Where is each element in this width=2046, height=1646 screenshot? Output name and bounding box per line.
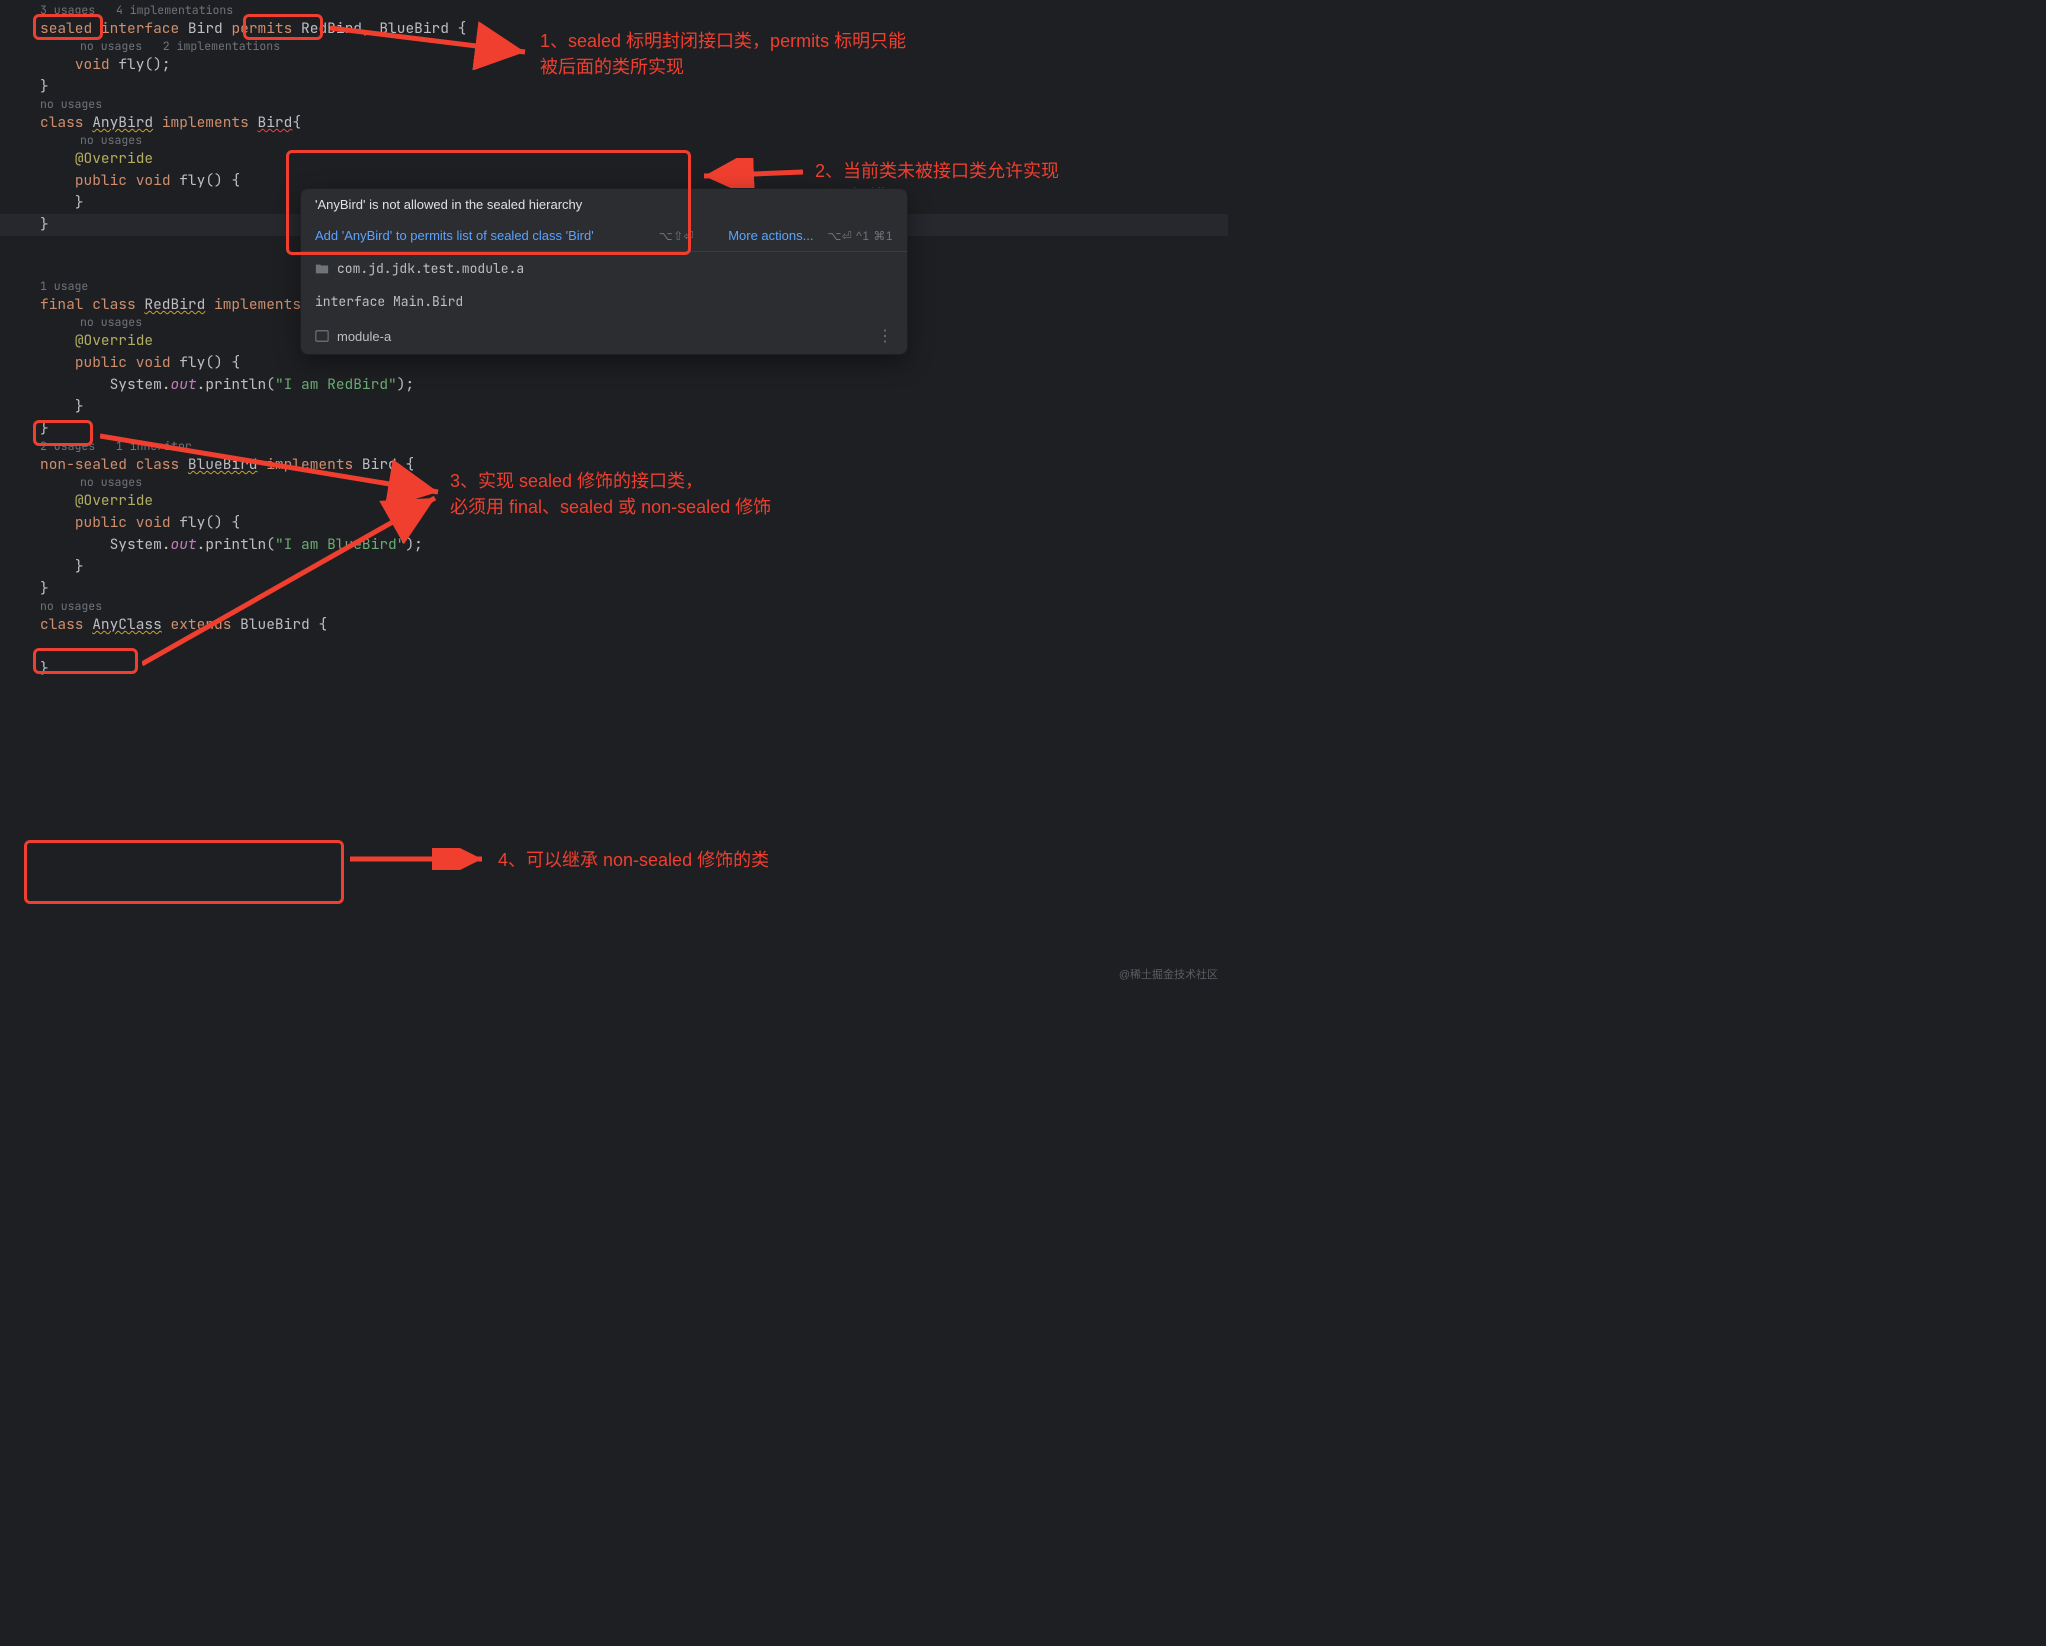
code-line[interactable]: } xyxy=(0,658,1228,680)
annotation-override: @Override xyxy=(75,331,153,350)
method-name: fly xyxy=(118,55,144,74)
brace: } xyxy=(40,215,49,234)
code-text: System. xyxy=(110,535,171,554)
code-line[interactable]: System.out.println("I am BlueBird"); xyxy=(0,534,1228,556)
keyword-final: final xyxy=(40,295,84,314)
annotation-4: 4、可以继承 non-sealed 修饰的类 xyxy=(498,847,769,873)
code-text: () { xyxy=(205,353,240,372)
annotation-override: @Override xyxy=(75,491,153,510)
brace: } xyxy=(75,193,84,212)
type-name: BlueBird xyxy=(240,615,310,634)
annotation-override: @Override xyxy=(75,149,153,168)
module-icon xyxy=(315,329,329,343)
keyword-sealed: sealed xyxy=(40,19,92,38)
keyword-interface: interface xyxy=(101,19,179,38)
quickfix-link[interactable]: Add 'AnyBird' to permits list of sealed … xyxy=(315,228,594,243)
keyword-class: class xyxy=(92,295,136,314)
annotation-3: 3、实现 sealed 修饰的接口类， 必须用 final、sealed 或 n… xyxy=(450,468,771,520)
brace: } xyxy=(40,77,49,96)
usage-hint: 2 usages 1 inheritor xyxy=(0,440,1228,454)
code-line[interactable]: } xyxy=(0,396,1228,418)
keyword-public: public xyxy=(75,513,127,532)
keyword-extends: extends xyxy=(171,615,232,634)
error-type: Bird xyxy=(258,113,293,132)
keyword-implements: implements xyxy=(214,295,301,314)
code-text: () { xyxy=(205,513,240,532)
keyword-class: class xyxy=(40,615,84,634)
method-name: fly xyxy=(179,171,205,190)
more-actions-link[interactable]: More actions... xyxy=(728,228,813,243)
keyword-class: class xyxy=(40,113,84,132)
code-text: (); xyxy=(144,55,170,74)
shortcut-hint: ⌥⏎ ^1 ⌘1 xyxy=(827,229,893,243)
brace: { xyxy=(292,113,301,132)
usage-hint: no usages xyxy=(0,600,1228,614)
highlight-box-anyclass xyxy=(24,840,344,904)
keyword-void: void xyxy=(136,513,171,532)
code-text: System. xyxy=(110,375,171,394)
package-row[interactable]: com.jd.jdk.test.module.a xyxy=(301,252,907,285)
annotation-1: 1、sealed 标明封闭接口类，permits 标明只能 被后面的类所实现 xyxy=(540,28,906,80)
code-line[interactable]: System.out.println("I am RedBird"); xyxy=(0,374,1228,396)
keyword-permits: permits xyxy=(231,19,292,38)
brace: } xyxy=(40,579,49,598)
code-text: ); xyxy=(397,375,414,394)
shortcut-hint: ⌥⇧⏎ xyxy=(659,229,694,243)
keyword-class: class xyxy=(136,455,180,474)
method-name: fly xyxy=(179,513,205,532)
brace: } xyxy=(40,659,49,678)
keyword-void: void xyxy=(136,171,171,190)
interface-row[interactable]: interface Main.Bird xyxy=(301,285,907,318)
kebab-icon[interactable]: ⋮ xyxy=(877,326,893,346)
usage-hint: 3 usages 4 implementations xyxy=(0,4,1228,18)
identifier: Bird xyxy=(188,19,223,38)
brace: } xyxy=(75,397,84,416)
code-text: () { xyxy=(205,171,240,190)
code-text: .println( xyxy=(197,375,275,394)
package-name: com.jd.jdk.test.module.a xyxy=(337,260,524,277)
method-name: fly xyxy=(179,353,205,372)
code-line[interactable]: class AnyBird implements Bird{ xyxy=(0,112,1228,134)
keyword-void: void xyxy=(136,353,171,372)
code-line[interactable]: } xyxy=(0,418,1228,440)
brace: { xyxy=(405,455,414,474)
brace: } xyxy=(40,419,49,438)
code-line[interactable]: public void fly() { xyxy=(0,352,1228,374)
keyword-public: public xyxy=(75,353,127,372)
keyword-implements: implements xyxy=(162,113,249,132)
type-name: Bird xyxy=(362,455,397,474)
code-text: ); xyxy=(405,535,422,554)
usage-hint: no usages xyxy=(0,134,1228,148)
keyword-void: void xyxy=(75,55,110,74)
blank-line[interactable] xyxy=(0,636,1228,658)
field-out: out xyxy=(171,375,197,394)
usage-hint: no usages xyxy=(0,98,1228,112)
class-name: AnyBird xyxy=(92,113,153,132)
keyword-nonsealed: non-sealed xyxy=(40,455,127,474)
quickfix-row[interactable]: Add 'AnyBird' to permits list of sealed … xyxy=(301,220,907,251)
interface-label: interface Main.Bird xyxy=(315,293,463,310)
keyword-implements: implements xyxy=(266,455,353,474)
folder-icon xyxy=(315,262,329,276)
watermark: @稀土掘金技术社区 xyxy=(1119,966,1218,982)
error-popup[interactable]: 'AnyBird' is not allowed in the sealed h… xyxy=(300,188,908,355)
brace: } xyxy=(75,557,84,576)
keyword-public: public xyxy=(75,171,127,190)
error-message: 'AnyBird' is not allowed in the sealed h… xyxy=(301,189,907,220)
code-text: .println( xyxy=(197,535,275,554)
class-name: AnyClass xyxy=(92,615,162,634)
class-name: RedBird xyxy=(144,295,205,314)
code-line[interactable]: } xyxy=(0,556,1228,578)
string-literal: "I am BlueBird" xyxy=(275,535,406,554)
string-literal: "I am RedBird" xyxy=(275,375,397,394)
module-row[interactable]: module-a ⋮ xyxy=(301,318,907,354)
brace: { xyxy=(318,615,327,634)
code-line[interactable]: class AnyClass extends BlueBird { xyxy=(0,614,1228,636)
arrow-icon xyxy=(350,848,490,870)
code-text: RedBird, BlueBird { xyxy=(292,19,466,38)
module-name: module-a xyxy=(337,329,391,344)
field-out: out xyxy=(171,535,197,554)
code-line[interactable]: } xyxy=(0,578,1228,600)
class-name: BlueBird xyxy=(188,455,258,474)
